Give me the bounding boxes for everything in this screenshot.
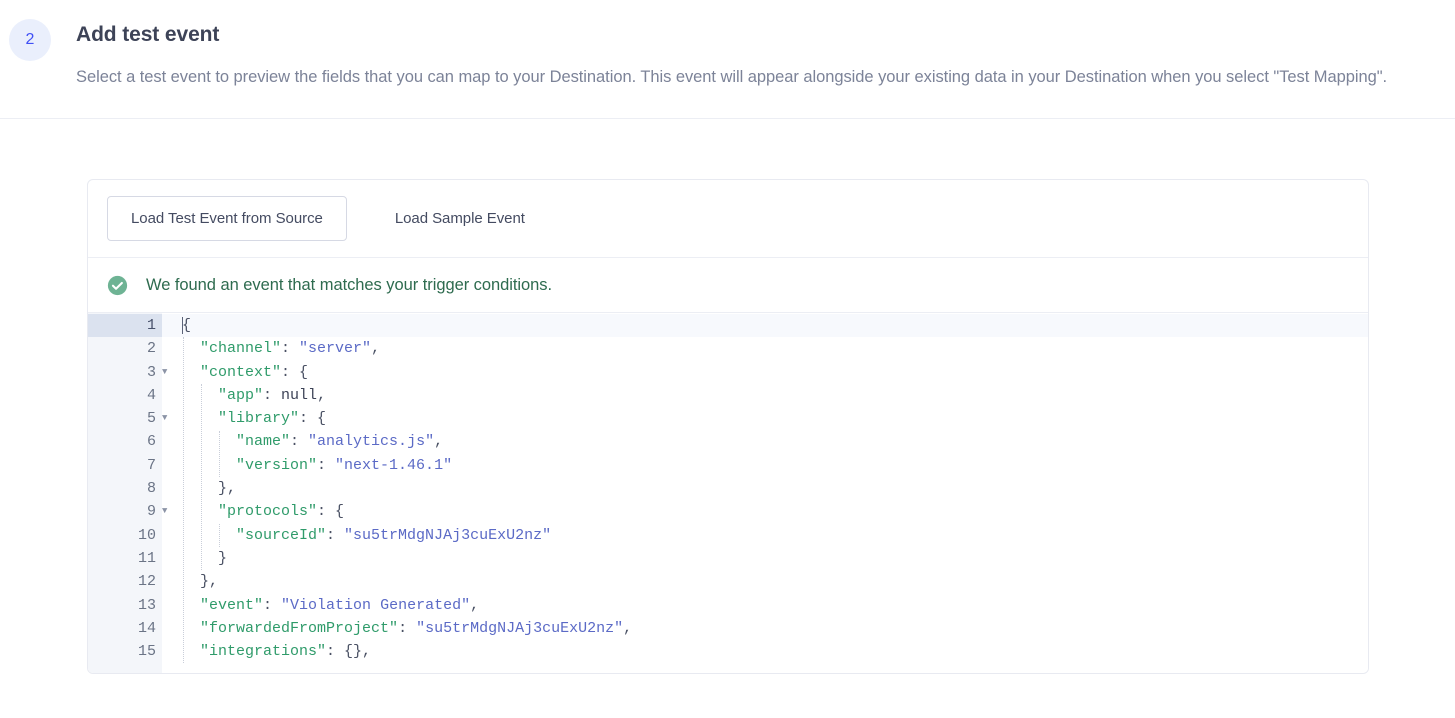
code-token: , bbox=[623, 620, 632, 637]
editor-line-number[interactable]: 6 bbox=[88, 430, 162, 453]
code-token: "version" bbox=[236, 457, 317, 474]
code-line[interactable]: { bbox=[162, 314, 1368, 337]
code-line[interactable]: "integrations": {}, bbox=[162, 640, 1368, 663]
code-line[interactable]: "context": { bbox=[162, 361, 1368, 384]
code-token: "integrations" bbox=[200, 643, 326, 660]
editor-line-number[interactable]: 12 bbox=[88, 570, 162, 593]
code-token: : bbox=[398, 620, 416, 637]
check-circle-icon bbox=[107, 275, 128, 296]
code-line[interactable]: "name": "analytics.js", bbox=[162, 430, 1368, 453]
editor-line-number[interactable]: 10 bbox=[88, 524, 162, 547]
editor-line-number[interactable]: 3▼ bbox=[88, 361, 162, 384]
code-token: "library" bbox=[218, 410, 299, 427]
editor-line-number[interactable]: 8 bbox=[88, 477, 162, 500]
code-line[interactable]: "protocols": { bbox=[162, 500, 1368, 523]
code-token: : bbox=[281, 340, 299, 357]
load-sample-event-button[interactable]: Load Sample Event bbox=[377, 196, 543, 241]
editor-line-number[interactable]: 7 bbox=[88, 454, 162, 477]
code-token: "sourceId" bbox=[236, 527, 326, 544]
editor-line-number[interactable]: 9▼ bbox=[88, 500, 162, 523]
code-token: "context" bbox=[200, 364, 281, 381]
load-test-event-from-source-button[interactable]: Load Test Event from Source bbox=[107, 196, 347, 241]
code-token: , bbox=[317, 387, 326, 404]
editor-line-number[interactable]: 11 bbox=[88, 547, 162, 570]
code-token: "su5trMdgNJAj3cuExU2nz" bbox=[416, 620, 623, 637]
code-token: }, bbox=[218, 480, 236, 497]
code-token: : bbox=[317, 457, 335, 474]
code-token: , bbox=[470, 597, 479, 614]
code-token: "app" bbox=[218, 387, 263, 404]
header-divider bbox=[0, 118, 1455, 119]
code-line[interactable]: "library": { bbox=[162, 407, 1368, 430]
code-line[interactable]: "sourceId": "su5trMdgNJAj3cuExU2nz" bbox=[162, 524, 1368, 547]
code-token: , bbox=[371, 340, 380, 357]
status-message: We found an event that matches your trig… bbox=[146, 276, 552, 295]
code-line[interactable]: "channel": "server", bbox=[162, 337, 1368, 360]
code-token: , bbox=[434, 433, 443, 450]
step-header: 2 Add test event Select a test event to … bbox=[0, 0, 1455, 119]
code-token: } bbox=[218, 550, 227, 567]
code-token: : bbox=[326, 527, 344, 544]
code-token: : bbox=[263, 597, 281, 614]
editor-line-number[interactable]: 15 bbox=[88, 640, 162, 663]
code-line[interactable]: } bbox=[162, 547, 1368, 570]
code-token: : { bbox=[317, 503, 344, 520]
editor-line-number[interactable]: 14 bbox=[88, 617, 162, 640]
code-token: "Violation Generated" bbox=[281, 597, 470, 614]
code-token: "event" bbox=[200, 597, 263, 614]
code-token: "channel" bbox=[200, 340, 281, 357]
status-banner: We found an event that matches your trig… bbox=[88, 258, 1368, 313]
code-token: : {}, bbox=[326, 643, 371, 660]
page-title: Add test event bbox=[76, 21, 1451, 49]
editor-line-number[interactable]: 2 bbox=[88, 337, 162, 360]
editor-line-number[interactable]: 1▼ bbox=[88, 314, 162, 337]
code-token: null bbox=[281, 387, 317, 404]
code-line[interactable]: "event": "Violation Generated", bbox=[162, 594, 1368, 617]
card-toolbar: Load Test Event from Source Load Sample … bbox=[88, 180, 1368, 258]
editor-line-number[interactable]: 5▼ bbox=[88, 407, 162, 430]
code-token: "protocols" bbox=[218, 503, 317, 520]
editor-code-area[interactable]: { "channel": "server", "context": { "app… bbox=[162, 313, 1368, 673]
editor-line-number[interactable]: 4 bbox=[88, 384, 162, 407]
code-token: : { bbox=[281, 364, 308, 381]
code-token: : bbox=[263, 387, 281, 404]
code-line[interactable]: }, bbox=[162, 570, 1368, 593]
code-token: "name" bbox=[236, 433, 290, 450]
code-token: : { bbox=[299, 410, 326, 427]
code-token: "forwardedFromProject" bbox=[200, 620, 398, 637]
code-line[interactable]: "app": null, bbox=[162, 384, 1368, 407]
step-number-badge: 2 bbox=[9, 19, 51, 61]
code-token: "server" bbox=[299, 340, 371, 357]
code-line[interactable]: }, bbox=[162, 477, 1368, 500]
code-token: "next-1.46.1" bbox=[335, 457, 452, 474]
code-token: "analytics.js" bbox=[308, 433, 434, 450]
editor-line-number[interactable]: 13 bbox=[88, 594, 162, 617]
code-token: : bbox=[290, 433, 308, 450]
code-line[interactable]: "version": "next-1.46.1" bbox=[162, 454, 1368, 477]
editor-line-number-gutter[interactable]: 1▼23▼45▼6789▼101112131415 bbox=[88, 313, 162, 673]
test-event-card: Load Test Event from Source Load Sample … bbox=[87, 179, 1369, 674]
code-token: { bbox=[182, 317, 191, 334]
step-header-body: Add test event Select a test event to pr… bbox=[76, 21, 1455, 95]
code-token: }, bbox=[200, 573, 218, 590]
code-token: "su5trMdgNJAj3cuExU2nz" bbox=[344, 527, 551, 544]
json-editor[interactable]: 1▼23▼45▼6789▼101112131415 { "channel": "… bbox=[88, 313, 1368, 673]
text-cursor bbox=[182, 317, 183, 334]
step-description: Select a test event to preview the field… bbox=[76, 59, 1451, 95]
code-line[interactable]: "forwardedFromProject": "su5trMdgNJAj3cu… bbox=[162, 617, 1368, 640]
